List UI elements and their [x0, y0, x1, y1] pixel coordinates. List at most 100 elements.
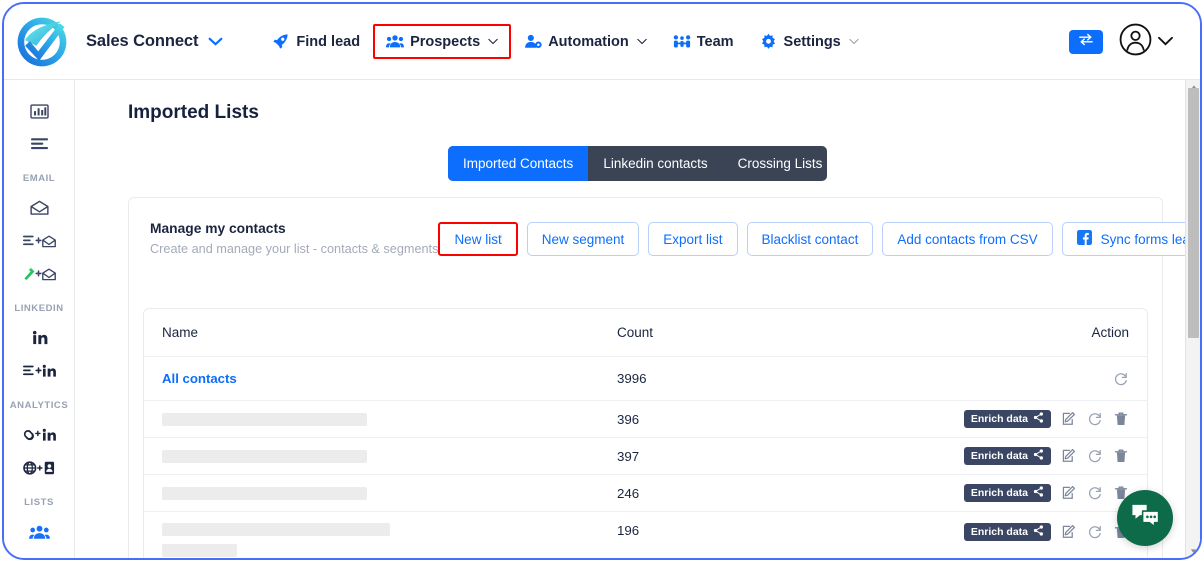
list-plus-linkedin-icon: [22, 363, 56, 379]
refresh-icon[interactable]: [1087, 411, 1103, 427]
user-menu[interactable]: [1119, 23, 1174, 61]
card-action-buttons: New list New segment Export list Blackli…: [438, 220, 1200, 256]
sidebar-item-linkedin-campaign[interactable]: [17, 356, 61, 386]
manage-contacts-card: Manage my contacts Create and manage you…: [128, 197, 1200, 558]
edit-icon[interactable]: [1061, 485, 1077, 501]
share-icon: [1033, 412, 1044, 426]
nav-item-team[interactable]: Team: [660, 24, 747, 59]
sidebar-item-lists-lines[interactable]: [17, 129, 61, 159]
delete-icon[interactable]: [1113, 448, 1129, 464]
sidebar-section-lists: LISTS: [24, 497, 54, 508]
topbar-right-actions: [1069, 23, 1200, 61]
application-window: Sales Connect Find lead Prospects Automa…: [2, 2, 1202, 560]
envelope-icon: [29, 200, 49, 216]
chat-widget-button[interactable]: [1117, 490, 1173, 546]
blacklist-contact-button[interactable]: Blacklist contact: [746, 222, 874, 256]
enrich-data-label: Enrich data: [970, 450, 1028, 462]
column-header-name: Name: [162, 325, 199, 340]
redacted-name: [162, 486, 367, 500]
table-row[interactable]: 196 Enrich data: [144, 512, 1147, 558]
enrich-data-label: Enrich data: [970, 526, 1028, 538]
delete-icon[interactable]: [1113, 411, 1129, 427]
sidebar-item-dashboard[interactable]: [17, 96, 61, 126]
scroll-down-arrow[interactable]: [1186, 544, 1200, 558]
refresh-icon[interactable]: [1087, 485, 1103, 501]
tab-crossing-lists[interactable]: Crossing Lists: [723, 146, 827, 181]
rocket-icon: [272, 33, 289, 50]
row-name-cell: [162, 486, 617, 500]
sidebar-item-email-ai[interactable]: [17, 259, 61, 289]
card-header-text: Manage my contacts Create and manage you…: [150, 221, 438, 256]
row-action-cell: Enrich data: [947, 447, 1129, 465]
sidebar-item-link-linkedin[interactable]: [17, 420, 61, 450]
nav-label: Find lead: [296, 33, 361, 50]
list-name-link[interactable]: All contacts: [162, 371, 237, 386]
row-action-cell: Enrich data: [947, 484, 1129, 502]
gear-icon: [760, 33, 777, 50]
vertical-scrollbar-thumb[interactable]: [1188, 88, 1199, 338]
sales-connect-logo[interactable]: [4, 4, 80, 80]
card-header: Manage my contacts Create and manage you…: [129, 198, 1200, 256]
sidebar-item-linkedin[interactable]: [17, 323, 61, 353]
enrich-data-button[interactable]: Enrich data: [963, 523, 1051, 541]
primary-nav: Find lead Prospects Automation Team Sett…: [259, 24, 871, 59]
card-title: Manage my contacts: [150, 220, 286, 236]
list-plus-envelope-icon: [22, 233, 56, 249]
nav-item-prospects[interactable]: Prospects: [373, 24, 512, 59]
table-row[interactable]: All contacts 3996: [144, 357, 1147, 401]
row-name-cell: [162, 412, 617, 426]
add-contacts-from-csv-button[interactable]: Add contacts from CSV: [882, 222, 1053, 256]
chevron-down-icon: [208, 37, 223, 46]
table-row[interactable]: 397 Enrich data: [144, 438, 1147, 475]
row-count-cell: 397: [617, 448, 640, 464]
brand-selector[interactable]: Sales Connect: [86, 32, 223, 51]
row-action-cell: Enrich data: [947, 523, 1129, 541]
sync-forms-leads-button[interactable]: Sync forms leads: [1061, 222, 1200, 256]
sidebar-item-email-campaign[interactable]: [17, 226, 61, 256]
share-icon: [1033, 449, 1044, 463]
sidebar-item-web-enrichment[interactable]: [17, 453, 61, 483]
linkedin-icon: [30, 330, 49, 346]
chevron-down-icon: [637, 38, 647, 45]
people-group-icon: [28, 524, 50, 541]
enrich-data-button[interactable]: Enrich data: [963, 410, 1051, 428]
sidebar-section-analytics: ANALYTICS: [9, 400, 69, 411]
new-segment-button[interactable]: New segment: [526, 222, 640, 256]
table-row[interactable]: 246 Enrich data: [144, 475, 1147, 512]
refresh-icon[interactable]: [1087, 524, 1103, 540]
chevron-down-icon: [488, 38, 498, 45]
refresh-icon[interactable]: [1087, 448, 1103, 464]
enrich-data-button[interactable]: Enrich data: [963, 484, 1051, 502]
enrich-data-label: Enrich data: [970, 413, 1028, 425]
user-circle-icon: [1119, 23, 1152, 61]
share-icon: [1033, 525, 1044, 539]
refresh-icon[interactable]: [1113, 371, 1129, 387]
nav-item-settings[interactable]: Settings: [747, 24, 872, 59]
enrich-data-label: Enrich data: [970, 487, 1028, 499]
edit-icon[interactable]: [1061, 524, 1077, 540]
enrich-data-button[interactable]: Enrich data: [963, 447, 1051, 465]
bar-chart-icon: [29, 103, 49, 120]
swap-account-button[interactable]: [1069, 29, 1103, 54]
new-list-button[interactable]: New list: [438, 222, 518, 256]
edit-icon[interactable]: [1061, 448, 1077, 464]
export-list-button[interactable]: Export list: [648, 222, 738, 256]
vertical-scrollbar[interactable]: [1185, 80, 1200, 558]
nav-item-automation[interactable]: Automation: [511, 24, 660, 59]
tab-imported-contacts[interactable]: Imported Contacts: [448, 146, 589, 181]
chat-bubbles-icon: [1131, 503, 1160, 533]
sidebar-item-lists[interactable]: [17, 517, 61, 547]
row-count-cell: 396: [617, 411, 640, 427]
sidebar-item-email[interactable]: [17, 193, 61, 223]
chevron-down-icon: [849, 38, 859, 45]
chevron-down-icon: [1157, 33, 1174, 51]
edit-icon[interactable]: [1061, 411, 1077, 427]
row-count-cell: 3996: [617, 371, 647, 386]
row-count-cell: 196: [617, 523, 640, 538]
nav-item-find-lead[interactable]: Find lead: [259, 24, 373, 59]
user-gear-icon: [524, 33, 542, 50]
facebook-icon: [1076, 230, 1092, 248]
tab-linkedin-contacts[interactable]: Linkedin contacts: [588, 146, 722, 181]
table-row[interactable]: 396 Enrich data: [144, 401, 1147, 438]
swap-arrows-icon: [1078, 33, 1094, 51]
